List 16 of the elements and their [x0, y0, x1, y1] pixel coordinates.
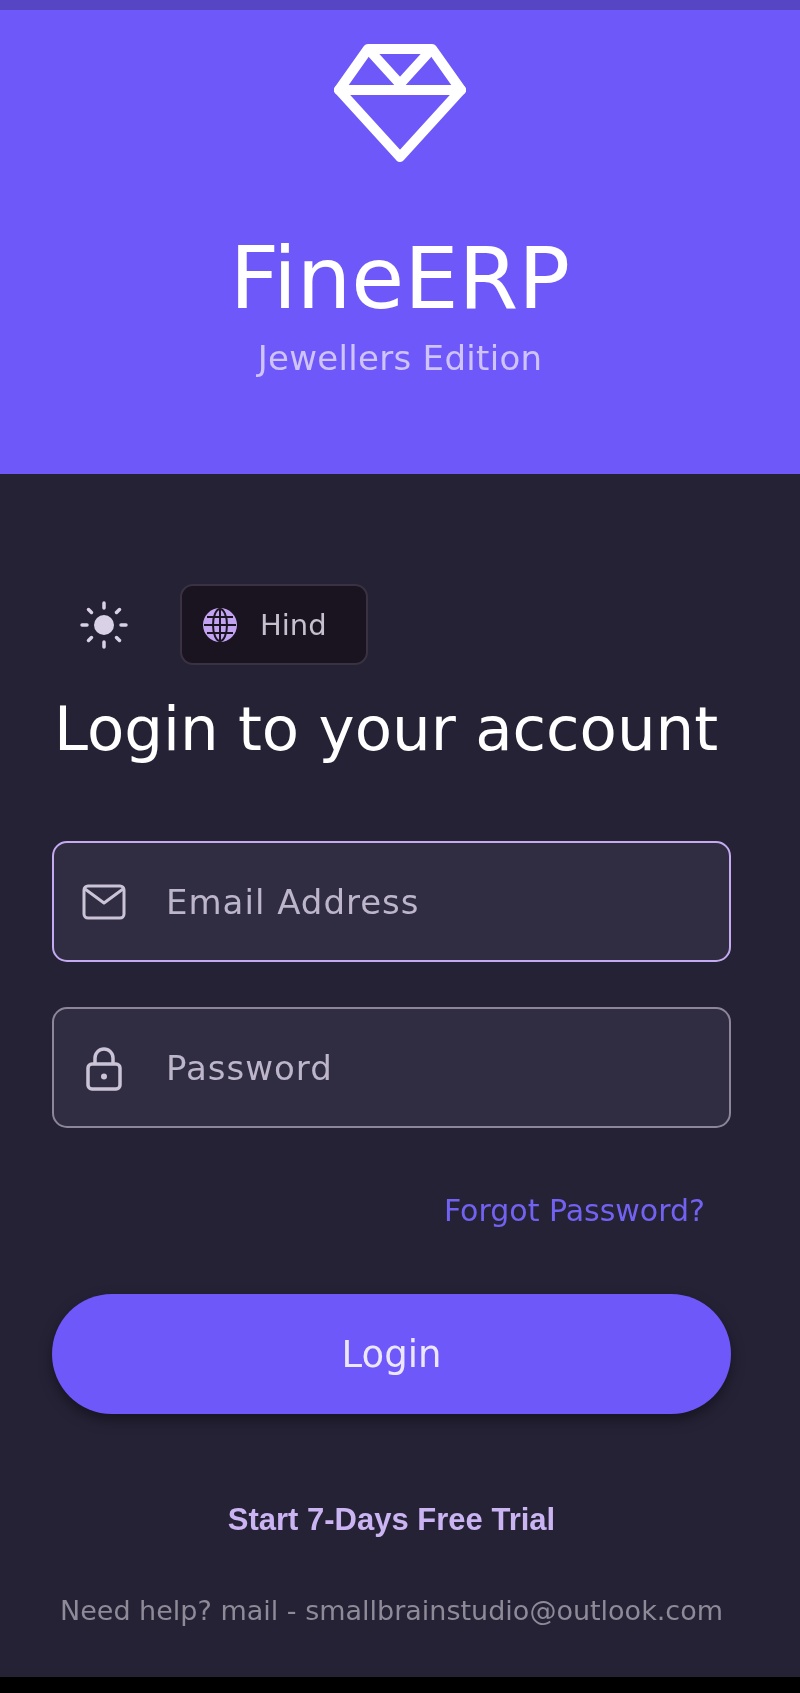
- email-input[interactable]: Email Address: [166, 877, 709, 926]
- app-name: FineERP: [229, 228, 571, 328]
- globe-icon: [202, 606, 238, 643]
- login-button[interactable]: Login: [52, 1294, 731, 1414]
- help-text: Need help? mail - smallbrainstudio@outlook.com: [59, 1595, 724, 1627]
- edition-subtitle: Jewellers Edition: [257, 338, 543, 378]
- password-field[interactable]: Password: [52, 1007, 731, 1128]
- diamond-icon: [334, 44, 466, 162]
- sun-icon[interactable]: [80, 600, 128, 649]
- email-field[interactable]: Email Address: [52, 841, 731, 962]
- lock-icon: [86, 1044, 122, 1091]
- login-heading: Login to your account: [54, 693, 720, 765]
- language-button[interactable]: Hind: [180, 584, 368, 665]
- free-trial-link[interactable]: Start 7-Days Free Trial: [227, 1502, 556, 1538]
- mail-icon: [82, 883, 126, 920]
- password-input[interactable]: Password: [166, 1043, 709, 1092]
